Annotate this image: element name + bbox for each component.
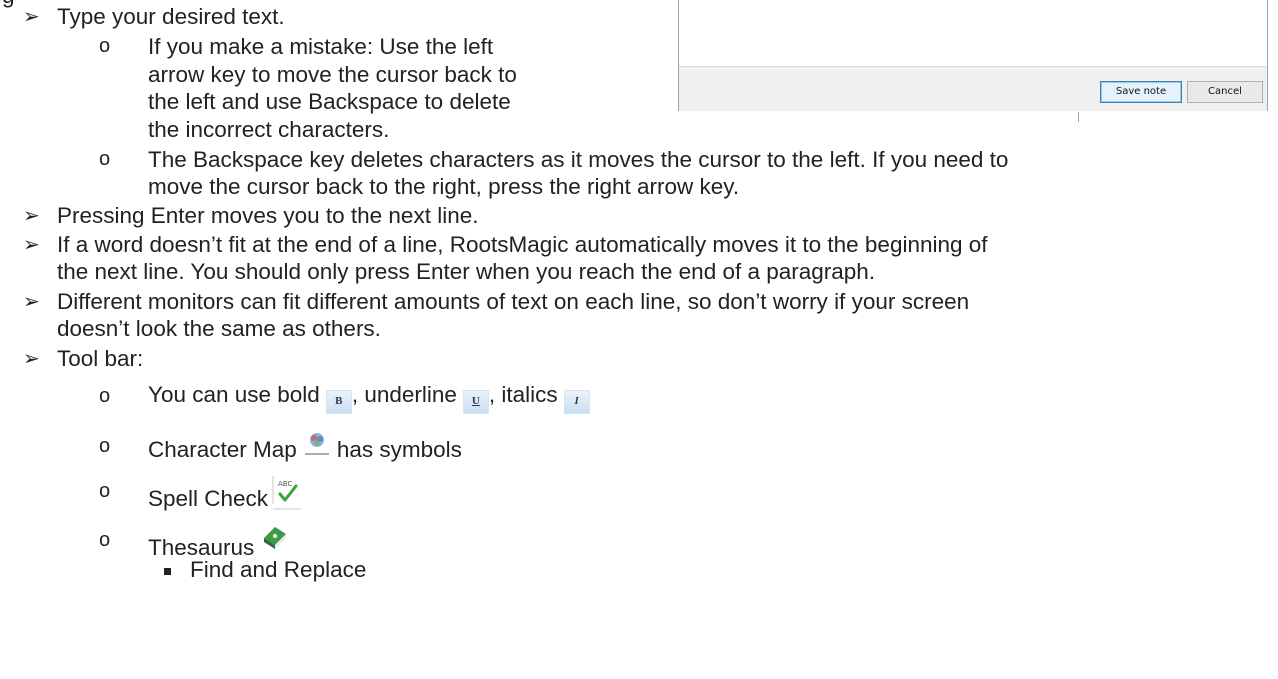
circle-bullet-icon: o [99,529,111,551]
bold-icon: B [325,390,352,414]
underline-icon: U [462,390,489,414]
bullet-monitors-line-2: doesn’t look the same as others. [57,316,381,341]
spell-check-label: Spell Check [148,486,269,511]
cut-off-text-fragment: g [2,0,15,9]
circle-bullet-icon: o [99,435,111,457]
circle-bullet-icon: o [99,35,111,57]
arrow-bullet-icon: ➢ [23,234,40,256]
bullet-wrap-line-2: the next line. You should only press Ent… [57,259,876,284]
italics-label: , italics [488,382,558,407]
italic-icon: I [563,390,590,414]
sub-spellcheck-line: Spell Check ABC [148,476,302,512]
sub-formatting-line: You can use bold B, underline U, italics I [148,381,590,414]
arrow-bullet-icon: ➢ [23,205,40,227]
arrow-bullet-icon: ➢ [23,6,40,28]
arrow-bullet-icon: ➢ [23,348,40,370]
sub-mistake-line-4: the incorrect characters. [148,117,390,142]
bullet-enter-text: Pressing Enter moves you to the next lin… [57,203,479,228]
character-map-icon [303,431,331,457]
save-note-button[interactable]: Save note [1100,81,1182,103]
dialog-footer: Save note Cancel [679,66,1267,111]
svg-text:ABC: ABC [278,480,292,488]
charmap-suffix: has symbols [336,437,462,462]
dialog-edge [1078,112,1079,122]
format-prefix: You can use bold [148,382,320,407]
sub-backspace-line-2: move the cursor back to the right, press… [148,174,740,199]
circle-bullet-icon: o [99,385,111,407]
circle-bullet-icon: o [99,480,111,502]
bullet-type-text: Type your desired text. [57,4,285,29]
find-replace-text: Find and Replace [190,557,367,582]
underline-label: , underline [351,382,457,407]
sub-charmap-line: Character Map has symbols [148,431,462,463]
bullet-wrap-line-1: If a word doesn’t fit at the end of a li… [57,232,988,257]
note-dialog: Save note Cancel [678,0,1268,111]
sub-mistake-line-3: the left and use Backspace to delete [148,89,511,114]
cancel-button[interactable]: Cancel [1187,81,1263,103]
thesaurus-book-icon [262,525,288,551]
arrow-bullet-icon: ➢ [23,291,40,313]
square-bullet-icon [164,568,171,575]
spell-check-icon: ABC [272,476,302,510]
charmap-label: Character Map [148,437,297,462]
sub-mistake-line-1: If you make a mistake: Use the left [148,34,494,59]
circle-bullet-icon: o [99,148,111,170]
bullet-toolbar-text: Tool bar: [57,346,144,371]
bullet-monitors-line-1: Different monitors can fit different amo… [57,289,970,314]
sub-mistake-line-2: arrow key to move the cursor back to [148,62,517,87]
sub-backspace-line-1: The Backspace key deletes characters as … [148,147,1009,172]
